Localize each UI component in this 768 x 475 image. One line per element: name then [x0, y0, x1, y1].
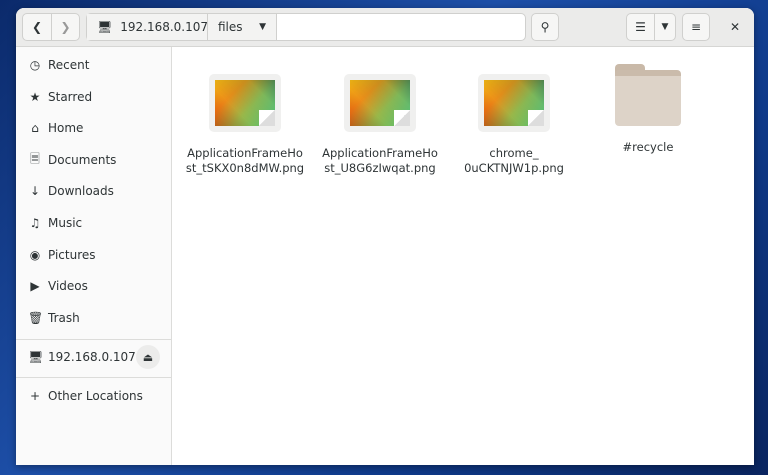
sidebar-label: Downloads: [48, 184, 114, 198]
sidebar-item-network[interactable]: 🖥 192.168.0.107 ⏏: [16, 343, 172, 371]
folder-item[interactable]: #recycle: [583, 64, 713, 155]
back-button[interactable]: ❮: [22, 13, 52, 41]
trash-icon: 🗑: [28, 311, 44, 325]
chevron-left-icon: ❮: [31, 20, 43, 34]
chevron-right-icon: ❯: [60, 20, 71, 34]
divider: [16, 377, 172, 378]
sidebar-item-starred[interactable]: ★ Starred: [16, 83, 172, 111]
sidebar-item-downloads[interactable]: ↓ Downloads: [16, 177, 172, 205]
list-view-icon: ☰: [635, 20, 646, 34]
document-icon: 🗏: [30, 151, 40, 166]
network-folder-icon: 🖥: [97, 20, 113, 34]
clock-icon: ◷: [29, 58, 41, 72]
sidebar-item-pictures[interactable]: ◉ Pictures: [16, 241, 172, 269]
file-item[interactable]: ApplicationFrameHo st_U8G6zIwqat.png: [315, 74, 445, 176]
folder-name: #recycle: [622, 140, 674, 154]
file-item[interactable]: ApplicationFrameHo st_tSKX0n8dMW.png: [180, 74, 310, 176]
video-icon: ▶: [30, 279, 40, 293]
file-name: 0uCKTNJW1p.png: [464, 161, 564, 175]
sidebar-item-trash[interactable]: 🗑 Trash: [16, 304, 172, 332]
file-item[interactable]: chrome_ 0uCKTNJW1p.png: [449, 74, 579, 176]
file-name: ApplicationFrameHo: [187, 146, 303, 160]
close-icon: ✕: [729, 20, 741, 34]
sidebar-label: Other Locations: [48, 389, 143, 403]
sidebar-label: Recent: [48, 58, 90, 72]
menu-button[interactable]: ≡: [682, 13, 710, 41]
sidebar-label: Starred: [48, 90, 93, 104]
header-bar: ❮ ❯ 🖥 192.168.0.107 files ▼ ⚲ ☰ ▼ ≡ ✕: [16, 8, 754, 47]
sidebar-item-recent[interactable]: ◷ Recent: [16, 51, 172, 79]
sidebar-label: Documents: [48, 153, 117, 167]
caret-down-icon: ▼: [259, 22, 266, 32]
sidebar-item-music[interactable]: ♫ Music: [16, 209, 172, 237]
view-options-button[interactable]: ▼: [654, 13, 676, 41]
network-folder-icon: 🖥: [28, 350, 44, 364]
home-icon: ⌂: [31, 121, 39, 135]
sidebar: ◷ Recent ★ Starred ⌂ Home 🗏 Documents ↓ Downl…: [16, 47, 172, 465]
sidebar-item-videos[interactable]: ▶ Videos: [16, 272, 172, 300]
path-bar: 🖥 192.168.0.107 files ▼: [86, 13, 526, 41]
folder-icon: [615, 64, 681, 126]
file-name: st_U8G6zIwqat.png: [324, 161, 436, 175]
music-icon: ♫: [29, 216, 41, 230]
sidebar-item-documents[interactable]: 🗏 Documents: [16, 146, 172, 174]
eject-icon[interactable]: ⏏: [136, 345, 160, 369]
file-manager-window: ❮ ❯ 🖥 192.168.0.107 files ▼ ⚲ ☰ ▼ ≡ ✕ ◷ Rec…: [16, 8, 754, 465]
sidebar-item-home[interactable]: ⌂ Home: [16, 114, 172, 142]
search-button[interactable]: ⚲: [531, 13, 559, 41]
sidebar-label: Trash: [48, 311, 80, 325]
sidebar-item-other-locations[interactable]: + Other Locations: [16, 382, 172, 410]
camera-icon: ◉: [29, 248, 41, 262]
path-segment-root[interactable]: 🖥 192.168.0.107: [87, 14, 208, 40]
path-current-label: files: [218, 20, 243, 34]
sidebar-label: Pictures: [48, 248, 96, 262]
divider: [16, 339, 172, 340]
image-thumbnail-icon: [344, 74, 416, 132]
hamburger-icon: ≡: [690, 20, 702, 34]
sidebar-label: Music: [48, 216, 83, 230]
caret-down-icon: ▼: [661, 22, 669, 32]
file-name: chrome_: [489, 146, 539, 160]
path-segment-current[interactable]: files ▼: [208, 14, 277, 40]
sidebar-label: Home: [48, 121, 84, 135]
path-root-label: 192.168.0.107: [120, 20, 209, 34]
image-thumbnail-icon: [209, 74, 281, 132]
sidebar-label: 192.168.0.107: [48, 350, 136, 364]
forward-button[interactable]: ❯: [51, 13, 80, 41]
download-icon: ↓: [29, 184, 41, 198]
file-name: st_tSKX0n8dMW.png: [185, 161, 305, 175]
view-toggle-button[interactable]: ☰: [626, 13, 655, 41]
image-thumbnail-icon: [478, 74, 550, 132]
sidebar-label: Videos: [48, 279, 88, 293]
close-button[interactable]: ✕: [722, 13, 748, 41]
file-name: ApplicationFrameHo: [322, 146, 438, 160]
plus-icon: +: [29, 389, 41, 403]
star-icon: ★: [29, 90, 41, 104]
search-icon: ⚲: [540, 20, 550, 34]
